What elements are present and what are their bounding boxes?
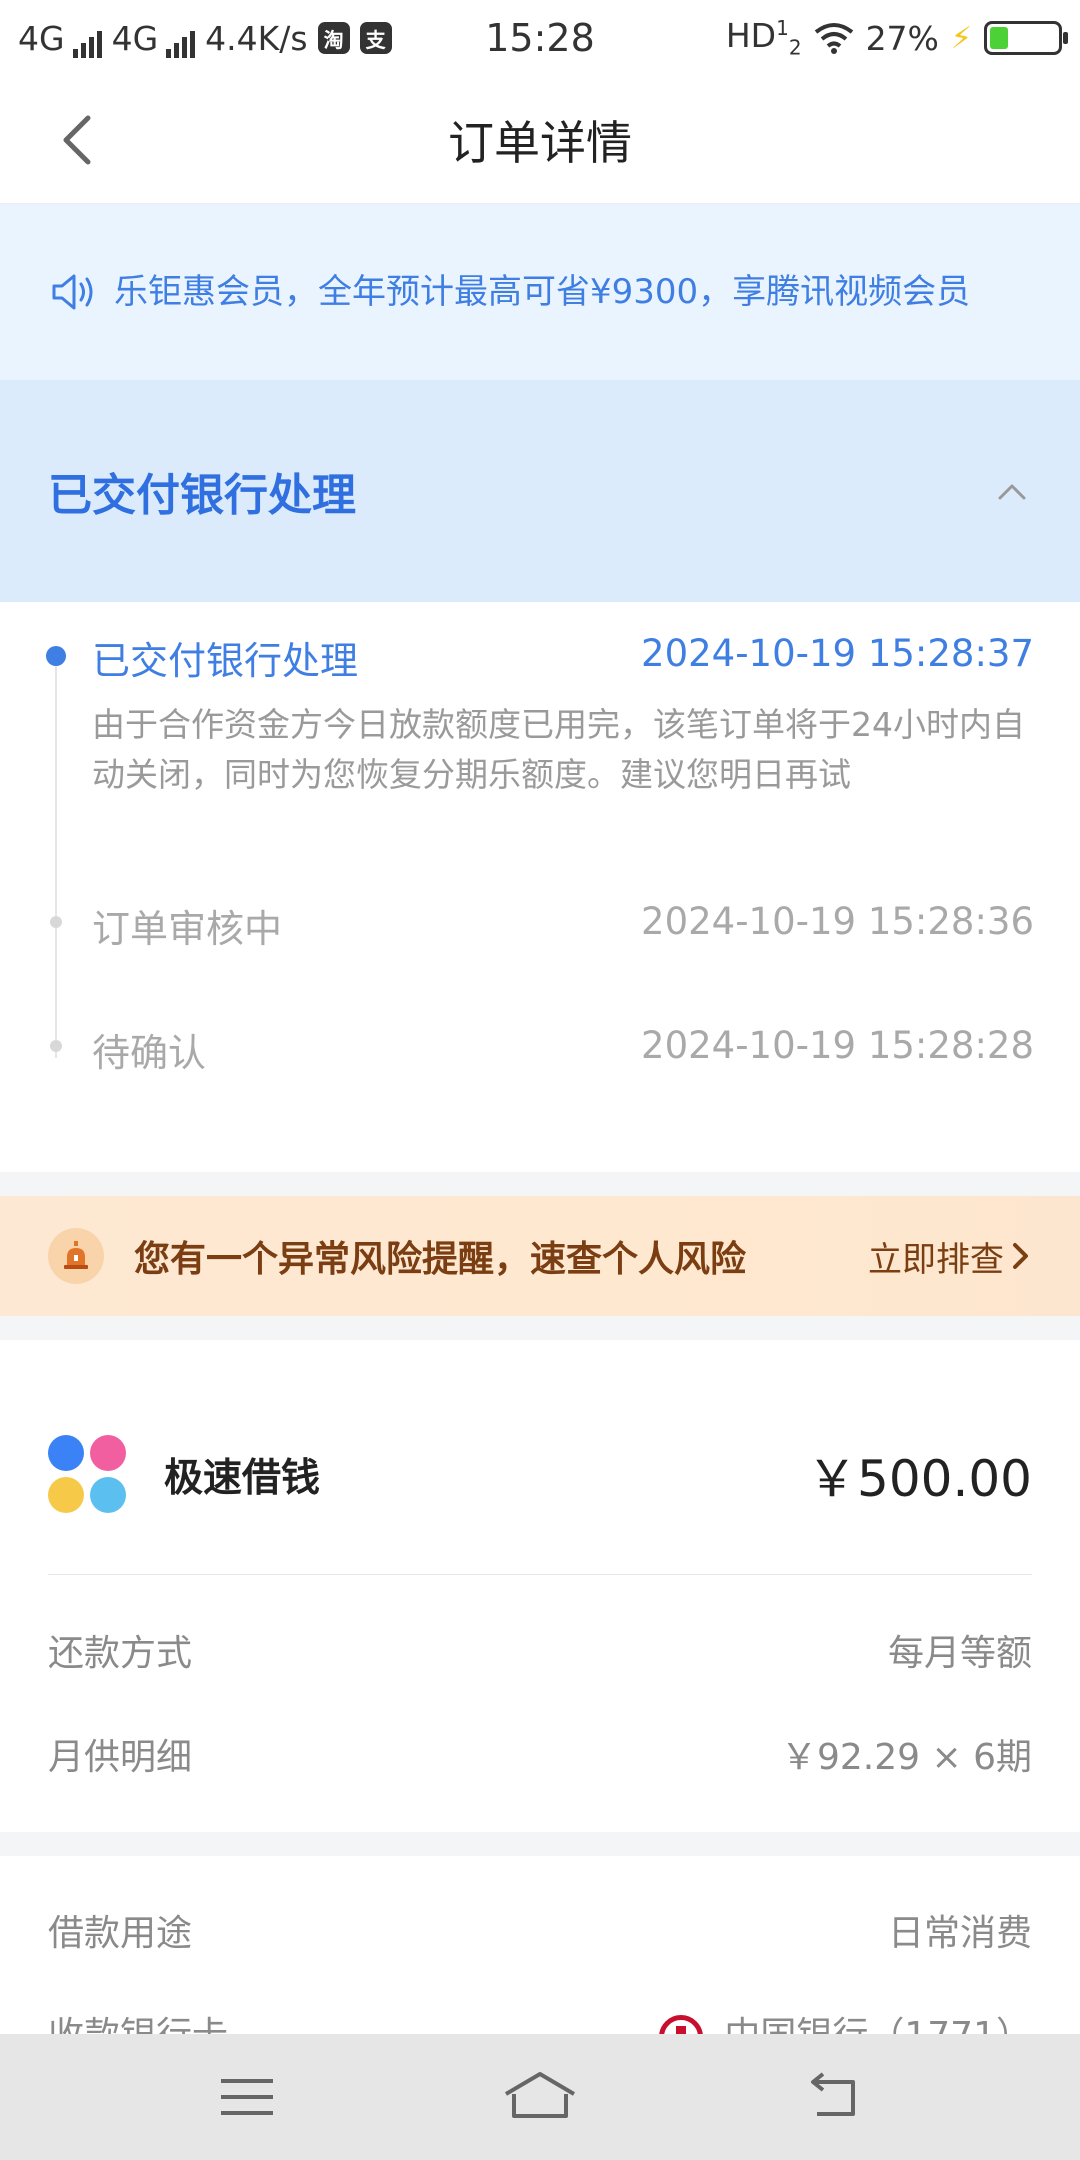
back-arrow-icon[interactable] — [50, 110, 110, 170]
network-speed: 4.4K/s — [205, 18, 308, 58]
home-button[interactable] — [490, 2062, 590, 2132]
loan-purpose-value: 日常消费 — [887, 1913, 1032, 1954]
timeline-item-desc: 由于合作资金方今日放款额度已用完，该笔订单将于24小时内自动关闭，同时为您恢复分… — [92, 705, 1025, 794]
loan-purpose-label: 借款用途 — [48, 1913, 193, 1954]
speaker-icon — [52, 274, 93, 310]
loan-amount: ￥500.00 — [807, 1450, 1032, 1508]
order-status-header[interactable]: 已交付银行处理 — [0, 380, 1080, 602]
timeline-dot — [50, 916, 62, 928]
taobao-icon: 淘 — [317, 22, 350, 54]
battery-icon — [984, 21, 1068, 55]
network-type-label: 4G — [111, 18, 159, 58]
monthly-payment-value: ￥92.29 × 6期 — [780, 1737, 1032, 1778]
chevron-up-icon[interactable] — [996, 476, 1028, 508]
battery-percent: 27% — [865, 18, 939, 58]
timeline-item-time: 2024-10-19 15:28:28 — [641, 1024, 1034, 1067]
alarm-icon — [48, 1228, 104, 1284]
system-nav-bar — [0, 2034, 1080, 2160]
charging-icon: ⚡ — [950, 20, 972, 56]
loan-details-card: 借款用途 日常消费 收款银行卡 中国银行（1771） — [0, 1856, 1080, 2059]
timeline-item-time: 2024-10-19 15:28:36 — [641, 900, 1034, 943]
product-logo-icon — [48, 1435, 128, 1515]
alipay-icon: 支 — [359, 22, 392, 54]
repay-method-value: 每月等额 — [887, 1633, 1032, 1674]
divider — [48, 1574, 1032, 1575]
hd-sup: 1 — [776, 16, 789, 41]
network-type-label: 4G — [18, 18, 65, 58]
timeline-item-time: 2024-10-19 15:28:37 — [641, 632, 1034, 675]
back-button[interactable] — [783, 2062, 883, 2132]
menu-icon — [220, 2079, 273, 2115]
title-bar: 订单详情 — [0, 76, 1080, 204]
timeline-item-title: 订单审核中 — [92, 907, 283, 951]
network-indicator-2: 4G — [112, 19, 196, 58]
hd-indicator: HD12 — [726, 16, 802, 60]
order-timeline: 已交付银行处理 2024-10-19 15:28:37 由于合作资金方今日放款额… — [0, 602, 1080, 1172]
member-notice-banner[interactable]: 乐钜惠会员，全年预计最高可省¥9300，享腾讯视频会员 — [0, 204, 1080, 380]
repay-method-label: 还款方式 — [48, 1633, 193, 1674]
return-icon — [811, 2072, 856, 2116]
repay-method-row: 还款方式 每月等额 — [48, 1620, 1032, 1680]
monthly-payment-row: 月供明细 ￥92.29 × 6期 — [48, 1724, 1032, 1784]
page-title: 订单详情 — [448, 115, 632, 170]
order-status-title: 已交付银行处理 — [48, 470, 356, 521]
timeline-dot-active — [46, 646, 66, 666]
wifi-icon — [814, 23, 853, 54]
loan-summary-card: 极速借钱 ￥500.00 还款方式 每月等额 月供明细 ￥92.29 × 6期 — [0, 1340, 1080, 1832]
notice-text: 乐钜惠会员，全年预计最高可省¥9300，享腾讯视频会员 — [114, 272, 971, 312]
product-name: 极速借钱 — [164, 1456, 321, 1501]
check-now-label: 立即排查 — [868, 1239, 1004, 1280]
menu-button[interactable] — [197, 2062, 297, 2132]
monthly-payment-label: 月供明细 — [48, 1737, 193, 1778]
loan-purpose-row: 借款用途 日常消费 — [48, 1900, 1032, 1960]
network-indicator-1: 4G — [18, 19, 102, 58]
hd-sub: 2 — [788, 35, 802, 60]
risk-alert-text: 您有一个异常风险提醒，速查个人风险 — [134, 1239, 747, 1280]
signal-icon — [166, 30, 196, 58]
timeline-line — [55, 658, 57, 1058]
timeline-dot — [50, 1040, 62, 1052]
timeline-item-title: 待确认 — [92, 1031, 207, 1075]
timeline-item-title: 已交付银行处理 — [92, 639, 359, 683]
check-now-link[interactable]: 立即排查 — [868, 1232, 1032, 1281]
hd-label: HD — [725, 16, 777, 56]
product-row: 极速借钱 ￥500.00 — [48, 1420, 1032, 1530]
signal-icon — [72, 30, 102, 58]
home-icon — [504, 2072, 575, 2118]
chevron-right-icon — [1013, 1243, 1028, 1269]
status-bar: 4G 4G 4.4K/s 淘 支 15:28 HD12 27% ⚡ — [0, 0, 1080, 76]
risk-alert-banner[interactable]: 您有一个异常风险提醒，速查个人风险 立即排查 — [0, 1196, 1080, 1316]
